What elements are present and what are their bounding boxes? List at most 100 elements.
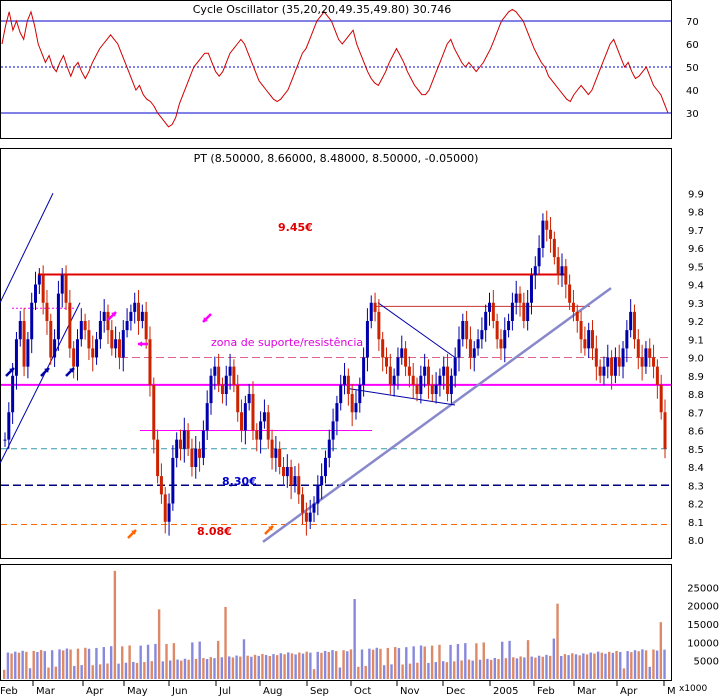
price-candle: [7, 412, 11, 440]
price-candle: [159, 476, 163, 495]
volume-bar: [641, 649, 644, 679]
price-candle: [217, 366, 221, 385]
x-tick-label: Mar: [577, 686, 597, 697]
volume-bar: [327, 651, 331, 679]
volume-bar: [39, 650, 43, 679]
price-candle: [655, 366, 659, 385]
price-candle: [449, 375, 453, 394]
volume-bar: [475, 643, 478, 679]
price-candle: [243, 403, 247, 431]
volume-bar: [626, 651, 629, 679]
volume-bar: [408, 663, 412, 679]
price-candle: [610, 357, 614, 376]
price-tick-label: 9.9: [688, 189, 704, 200]
price-candle: [270, 439, 274, 458]
price-candle: [644, 348, 648, 367]
price-candle: [175, 439, 179, 458]
price-candle: [327, 439, 331, 458]
volume-bar: [305, 651, 308, 679]
volume-bar: [493, 658, 497, 679]
price-tick-label: 8.1: [688, 518, 704, 529]
price-candle: [289, 467, 293, 486]
price-candle: [37, 275, 41, 285]
price-candle: [514, 293, 518, 303]
price-tick-label: 9.7: [688, 226, 704, 237]
volume-bar: [261, 653, 264, 679]
volume-bar: [607, 651, 611, 679]
volume-bar: [157, 609, 161, 679]
volume-bar: [25, 651, 28, 679]
price-tick-label: 8.6: [688, 427, 704, 438]
volume-bar: [644, 650, 648, 679]
price-candle: [346, 375, 350, 394]
price-candle: [503, 330, 507, 349]
volume-bar: [604, 653, 607, 679]
price-candle: [102, 311, 106, 321]
price-tick-label: 9.5: [688, 262, 704, 273]
x-tick-label: Jun: [171, 686, 188, 697]
price-tick-label: 9.4: [688, 281, 704, 292]
volume-bar: [294, 654, 297, 679]
price-tick-label: 8.7: [688, 408, 704, 419]
price-candle: [98, 321, 102, 340]
price-candle: [236, 384, 240, 413]
price-candle: [339, 384, 343, 404]
volume-bar: [611, 652, 615, 679]
volume-tick-label: 15000: [687, 620, 719, 631]
price-candle: [407, 366, 411, 376]
label-830: 8,30€: [222, 475, 257, 488]
volume-bar: [486, 658, 489, 679]
price-tick-label: 8.0: [688, 536, 704, 547]
price-candle: [606, 357, 610, 367]
price-candle: [114, 339, 118, 349]
price-candle: [209, 375, 213, 404]
price-candle: [396, 357, 400, 376]
x-tick-label: Dec: [446, 686, 465, 697]
price-candle: [133, 302, 137, 312]
price-candle: [629, 311, 633, 331]
volume-bar: [663, 649, 666, 679]
volume-bar: [364, 665, 367, 679]
volume-bar: [172, 643, 176, 679]
price-candle: [446, 366, 450, 394]
price-candle: [552, 238, 556, 258]
price-candle: [663, 412, 667, 449]
volume-bar: [515, 658, 519, 679]
volume-bar: [165, 644, 168, 679]
volume-bar: [331, 650, 334, 679]
volume-bar: [36, 651, 39, 679]
volume-unit-label: x1000: [679, 684, 708, 694]
volume-bar: [375, 647, 378, 679]
price-tick-label: 9.6: [688, 244, 704, 255]
volume-bar: [552, 638, 556, 679]
volume-bar: [338, 667, 342, 679]
volume-bar: [176, 659, 179, 679]
price-candle: [457, 339, 461, 358]
stock-chart: 30 40 50 60 70 8.0 8.1 8.2 8.3 8.4 8.5 8.6 8.7 8.8 8.9…: [0, 0, 719, 697]
price-candle: [659, 384, 663, 413]
volume-bar: [471, 660, 474, 679]
zone-label: zona de suporte/resistência: [211, 336, 363, 349]
price-candle: [350, 394, 354, 413]
volume-bar: [427, 662, 430, 679]
volume-bar: [622, 668, 626, 679]
price-candle: [72, 348, 76, 367]
price-candle: [312, 503, 316, 513]
price-candle: [526, 302, 530, 321]
price-candle: [491, 302, 495, 321]
volume-bar: [574, 654, 578, 679]
volume-bar: [228, 656, 231, 679]
volume-bar: [619, 651, 622, 679]
price-candle: [632, 311, 636, 340]
price-candle: [125, 321, 129, 331]
volume-tick-label: 5000: [694, 657, 719, 668]
volume-bar: [242, 639, 246, 679]
price-candle: [488, 302, 492, 312]
price-candle: [22, 321, 26, 367]
price-candle: [205, 403, 209, 431]
price-candle: [26, 339, 30, 367]
price-candle: [484, 311, 488, 331]
price-candle: [518, 293, 522, 303]
price-candle: [537, 248, 541, 267]
volume-bar: [349, 649, 353, 679]
